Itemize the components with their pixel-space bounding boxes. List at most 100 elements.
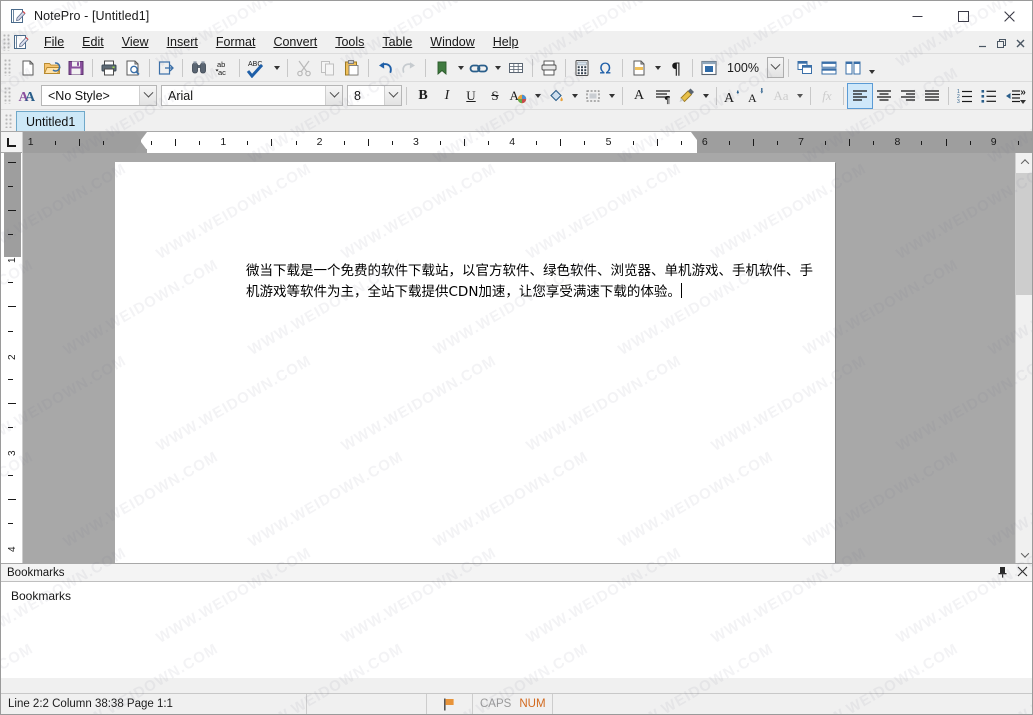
borders-icon[interactable]	[581, 84, 605, 108]
menu-item-convert[interactable]: Convert	[264, 32, 326, 52]
print-icon[interactable]	[97, 56, 121, 80]
menu-item-view[interactable]: View	[113, 32, 158, 52]
undo-icon[interactable]	[373, 56, 397, 80]
bulleted-list-icon[interactable]	[977, 84, 1001, 108]
cascade-windows-icon[interactable]	[793, 56, 817, 80]
menu-item-file[interactable]: File	[35, 32, 73, 52]
menubar-gripper[interactable]	[3, 33, 11, 51]
left-tab-stop-icon[interactable]	[1, 132, 23, 153]
right-indent-marker[interactable]	[691, 132, 703, 140]
tile-vertical-icon[interactable]	[841, 56, 865, 80]
shrink-font-icon[interactable]: A	[745, 84, 769, 108]
scrollbar-thumb[interactable]	[1016, 173, 1032, 295]
style-dropdown-arrow[interactable]	[139, 86, 156, 105]
hyperlink-icon[interactable]	[467, 56, 491, 80]
print-preview-icon[interactable]	[121, 56, 145, 80]
font-color-dropdown-arrow[interactable]	[531, 84, 544, 108]
underline-button[interactable]: U	[459, 84, 483, 108]
style-combo[interactable]: <No Style>	[41, 85, 157, 106]
close-icon[interactable]	[1017, 566, 1028, 580]
pin-icon[interactable]	[997, 566, 1008, 581]
font-dropdown-arrow[interactable]	[325, 86, 342, 105]
bookmark-icon[interactable]	[430, 56, 454, 80]
scroll-down-button[interactable]	[1016, 546, 1032, 563]
bookmarks-panel-body[interactable]: Bookmarks	[1, 582, 1032, 678]
copy-icon[interactable]	[316, 56, 340, 80]
menu-item-edit[interactable]: Edit	[73, 32, 113, 52]
vertical-scrollbar[interactable]	[1015, 153, 1032, 563]
toolbar-gripper-format[interactable]	[4, 87, 12, 104]
align-center-icon[interactable]	[872, 84, 896, 108]
menu-item-format[interactable]: Format	[207, 32, 265, 52]
minimize-button[interactable]	[894, 1, 940, 31]
format-painter-dropdown-arrow[interactable]	[699, 84, 712, 108]
find-binoculars-icon[interactable]	[187, 56, 211, 80]
mdi-minimize-button[interactable]	[974, 34, 991, 50]
function-icon[interactable]: fx	[815, 84, 839, 108]
zoom-page-icon[interactable]	[697, 56, 721, 80]
vertical-ruler[interactable]: 1 2 3 4	[1, 153, 23, 563]
mdi-close-button[interactable]	[1012, 34, 1029, 50]
paragraph-style-icon[interactable]: A A	[15, 84, 39, 108]
save-icon[interactable]	[64, 56, 88, 80]
align-right-icon[interactable]	[896, 84, 920, 108]
align-justify-icon[interactable]	[920, 84, 944, 108]
paste-clipboard-icon[interactable]	[340, 56, 364, 80]
bold-button[interactable]: B	[411, 84, 435, 108]
document-text[interactable]: 微当下载是一个免费的软件下载站，以官方软件、绿色软件、浏览器、单机游戏、手机软件…	[246, 261, 824, 303]
numbered-list-icon[interactable]: 1 2 3	[953, 84, 977, 108]
document-canvas[interactable]: 微当下载是一个免费的软件下载站，以官方软件、绿色软件、浏览器、单机游戏、手机软件…	[23, 153, 1015, 563]
page-break-dropdown-arrow[interactable]	[651, 56, 664, 80]
font-size-combo[interactable]: 8	[347, 85, 402, 106]
strikethrough-button[interactable]: S	[483, 84, 507, 108]
first-line-indent-marker[interactable]	[135, 132, 147, 140]
menu-item-window[interactable]: Window	[421, 32, 483, 52]
paragraph-format-icon[interactable]: ¶	[651, 84, 675, 108]
page-setup-icon[interactable]	[537, 56, 561, 80]
grow-font-icon[interactable]: A	[721, 84, 745, 108]
toolbar-gripper-standard[interactable]	[4, 59, 12, 76]
scroll-up-button[interactable]	[1016, 153, 1032, 170]
zoom-dropdown-arrow[interactable]	[767, 57, 784, 78]
spellcheck-abc-icon[interactable]: ABC	[244, 56, 270, 80]
highlight-dropdown-arrow[interactable]	[568, 84, 581, 108]
menu-item-help[interactable]: Help	[484, 32, 528, 52]
show-formatting-pilcrow-icon[interactable]: ¶	[664, 56, 688, 80]
align-left-icon[interactable]	[847, 82, 873, 109]
open-folder-icon[interactable]	[40, 56, 64, 80]
font-size-dropdown-arrow[interactable]	[384, 86, 401, 105]
hyperlink-dropdown-arrow[interactable]	[491, 56, 504, 80]
italic-button[interactable]: I	[435, 84, 459, 108]
tabstrip-gripper[interactable]	[5, 114, 13, 128]
zoom-combo[interactable]: 100%	[723, 57, 784, 78]
toolbar-overflow-icon[interactable]: »	[1016, 82, 1030, 109]
page-break-icon[interactable]	[627, 56, 651, 80]
format-painter-icon[interactable]	[675, 84, 699, 108]
new-document-icon[interactable]	[16, 56, 40, 80]
change-case-dropdown-arrow[interactable]	[793, 84, 806, 108]
menu-item-table[interactable]: Table	[373, 32, 421, 52]
symbol-omega-icon[interactable]: Ω	[594, 56, 618, 80]
document-page[interactable]: 微当下载是一个免费的软件下载站，以官方软件、绿色软件、浏览器、单机游戏、手机软件…	[115, 162, 835, 563]
bookmarks-panel-header[interactable]: Bookmarks	[1, 564, 1032, 582]
character-format-icon[interactable]: A	[627, 84, 651, 108]
cut-scissors-icon[interactable]	[292, 56, 316, 80]
tile-horizontal-icon[interactable]	[817, 56, 841, 80]
font-combo[interactable]: Arial	[161, 85, 343, 106]
export-icon[interactable]	[154, 56, 178, 80]
insert-table-icon[interactable]	[504, 56, 528, 80]
replace-abac-icon[interactable]: ab ac	[211, 56, 235, 80]
borders-dropdown-arrow[interactable]	[605, 84, 618, 108]
menu-item-insert[interactable]: Insert	[158, 32, 207, 52]
horizontal-ruler[interactable]: 1123456789	[23, 132, 1032, 153]
font-color-icon[interactable]: A	[507, 84, 531, 108]
mdi-restore-button[interactable]	[993, 34, 1010, 50]
bookmarks-list-item[interactable]: Bookmarks	[11, 589, 1032, 603]
calculator-icon[interactable]	[570, 56, 594, 80]
document-tab-untitled1[interactable]: Untitled1	[16, 111, 86, 131]
toolbar-overflow-arrow[interactable]	[865, 60, 878, 84]
highlight-bucket-icon[interactable]	[544, 84, 568, 108]
spellcheck-dropdown-arrow[interactable]	[270, 56, 283, 80]
close-button[interactable]	[986, 1, 1032, 31]
menu-item-tools[interactable]: Tools	[326, 32, 373, 52]
